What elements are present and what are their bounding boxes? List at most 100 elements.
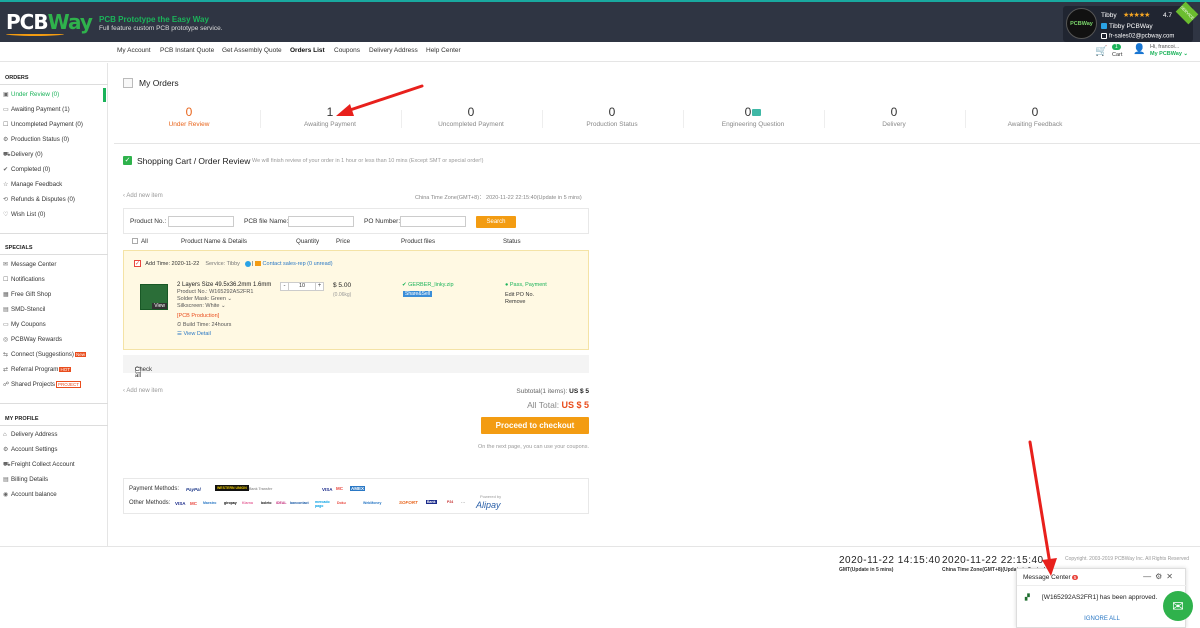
nav-delivery-address[interactable]: Delivery Address [369, 47, 418, 54]
message-text[interactable]: [W165292AS2FR1] has been approved. [1042, 594, 1157, 601]
quantity-stepper[interactable]: - 10 + [280, 282, 324, 291]
pcbway-logo[interactable]: PCBWay [6, 10, 93, 36]
share-icon: ☍ [3, 382, 10, 388]
sidebar-item-under-review[interactable]: ▣ Under Review (0) [3, 91, 59, 98]
visa-logo: VISA [175, 501, 186, 506]
heart-icon: ♡ [3, 212, 9, 218]
my-pcbway-menu[interactable]: My PCBWay ⌄ [1150, 51, 1188, 57]
maestro-logo: Maestro [203, 501, 217, 505]
western-union-logo: WESTERN UNION [215, 485, 249, 491]
nav-orders-list[interactable]: Orders List [290, 47, 325, 54]
stat-engineering-question[interactable]: 0 Engineering Question [682, 105, 824, 128]
cart-button[interactable]: 🛒 1 Cart [1095, 44, 1131, 60]
col-quantity: Quantity [296, 238, 320, 245]
balance-icon: ◉ [3, 492, 9, 498]
footer-divider [0, 546, 1200, 547]
nav-my-account[interactable]: My Account [117, 47, 151, 54]
add-new-item-link[interactable]: ‹ Add new item [123, 193, 163, 199]
sidebar-item-refunds[interactable]: ⟲ Refunds & Disputes (0) [3, 196, 75, 203]
qty-plus-button[interactable]: + [315, 283, 323, 290]
sidebar-item-uncompleted-payment[interactable]: ☐ Uncompleted Payment (0) [3, 121, 83, 128]
proceed-to-checkout-button[interactable]: Proceed to checkout [481, 417, 589, 434]
sales-rep-avatar: PCBWay [1066, 8, 1097, 39]
select-all-checkbox[interactable] [132, 238, 138, 245]
sidebar-item-my-coupons[interactable]: ▭ My Coupons [3, 321, 46, 328]
logo-swoosh [6, 32, 64, 36]
po-number-input[interactable] [400, 216, 466, 227]
sidebar-item-account-balance[interactable]: ◉ Account balance [3, 491, 57, 498]
sidebar-heading-profile: MY PROFILE [5, 416, 39, 422]
pcb-file-input[interactable] [288, 216, 354, 227]
sidebar-item-completed[interactable]: ✔ Completed (0) [3, 166, 50, 173]
message-center-popup: Message Center 5 —⚙✕ ▞ [W165292AS2FR1] ha… [1016, 568, 1187, 628]
nav-get-assembly-quote[interactable]: Get Assembly Quote [222, 47, 282, 54]
ignore-all-button[interactable]: IGNORE ALL [1017, 616, 1187, 622]
nav-coupons[interactable]: Coupons [334, 47, 360, 54]
sidebar-item-freight-collect[interactable]: ⛟Freight Collect Account [3, 461, 75, 469]
view-thumb-label: View [152, 303, 167, 309]
view-detail-link[interactable]: ☰ View Detail [177, 331, 211, 337]
add-new-item-link[interactable]: ‹ Add new item [123, 388, 163, 394]
bank-logo: Bank [426, 500, 437, 504]
copyright: Copyright. 2003-2019 PCBWay Inc. All Rig… [1065, 556, 1190, 562]
sidebar-item-connect[interactable]: ⇆ Connect (Suggestions) New [3, 351, 86, 358]
stat-awaiting-feedback[interactable]: 0 Awaiting Feedback [964, 105, 1106, 128]
sidebar-item-awaiting-payment[interactable]: ▭ Awaiting Payment (1) [3, 106, 70, 113]
stat-uncompleted-payment[interactable]: 0 Uncompleted Payment [400, 105, 542, 128]
bancontact-logo: bancontact [290, 501, 309, 505]
sidebar-item-smd-stencil[interactable]: ▤ SMD-Stencil [3, 306, 45, 313]
sidebar-item-delivery[interactable]: ⛟Delivery (0) [3, 151, 43, 159]
cart-icon: 🛒 [1095, 46, 1108, 57]
sales-rep-skype[interactable]: Tibby PCBWay [1101, 23, 1153, 30]
nav-help-center[interactable]: Help Center [426, 47, 461, 54]
chat-button[interactable]: ✉ [1163, 591, 1193, 621]
gerber-file-link[interactable]: ✔ GERBER_linky.zip [402, 282, 454, 288]
qty-minus-button[interactable]: - [281, 283, 289, 290]
pcb-thumbnail[interactable]: View [140, 284, 168, 310]
sidebar-item-shared-projects[interactable]: ☍ Shared Projects PROJECT [3, 381, 82, 388]
contact-sales-rep-link[interactable]: Contact sales-rep (0 unread) [263, 261, 333, 267]
edit-po-link[interactable]: Edit PO No. [505, 292, 534, 298]
notification-icon: ☐ [3, 277, 9, 283]
stat-delivery[interactable]: 0 Delivery [823, 105, 965, 128]
stat-awaiting-payment[interactable]: 1 Awaiting Payment [259, 105, 401, 128]
other-methods-label: Other Methods: [129, 500, 171, 506]
sidebar-item-delivery-address[interactable]: ⌂ Delivery Address [3, 431, 57, 438]
share-sell-button[interactable]: Share&Sell [403, 291, 433, 297]
sidebar-item-wish-list[interactable]: ♡ Wish List (0) [3, 211, 45, 218]
cart-item: ✓ Add Time: 2020-11-22 Service: Tibby | … [123, 250, 589, 350]
check-all-label: Check all [135, 367, 153, 379]
stat-under-review[interactable]: 0 Under Review [118, 105, 260, 128]
project-badge: PROJECT [56, 381, 82, 388]
sidebar-item-referral-program[interactable]: ⇄ Referral Program HOT [3, 366, 71, 373]
message-count-badge: 5 [1071, 575, 1079, 580]
nav-pcb-instant-quote[interactable]: PCB Instant Quote [160, 47, 214, 54]
mastercard-logo: MC [336, 486, 343, 491]
minimize-icon[interactable]: — [1143, 572, 1155, 581]
close-icon[interactable]: ✕ [1166, 572, 1177, 581]
sidebar-item-billing-details[interactable]: ▤ Billing Details [3, 476, 48, 483]
sales-rep-email[interactable]: fr-sales02@pcbway.com [1101, 33, 1174, 40]
skype-icon[interactable] [244, 260, 251, 267]
settings-icon[interactable]: ⚙ [1155, 572, 1166, 581]
sidebar-item-production-status[interactable]: ⚙ Production Status (0) [3, 136, 69, 143]
product-no-input[interactable] [168, 216, 234, 227]
sidebar-item-free-gift-shop[interactable]: ▦ Free Gift Shop [3, 291, 51, 298]
subtotal: Subtotal(1 items): US $ 5 [516, 388, 589, 395]
greeting: Hi, francoi... [1150, 44, 1180, 50]
stat-production-status[interactable]: 0 Production Status [541, 105, 683, 128]
item-checkbox[interactable]: ✓ [134, 260, 141, 267]
paypal-logo: PayPal [186, 487, 201, 492]
qty-value[interactable]: 10 [289, 283, 315, 290]
sidebar-divider [0, 84, 108, 85]
sidebar-item-message-center[interactable]: ✉ Message Center [3, 261, 56, 268]
sidebar-item-manage-feedback[interactable]: ☆ Manage Feedback [3, 181, 62, 188]
sales-rep-name: Tibby [1101, 12, 1117, 19]
remove-link[interactable]: Remove [505, 299, 525, 305]
sidebar-item-notifications[interactable]: ☐ Notifications [3, 276, 45, 283]
sidebar-item-account-settings[interactable]: ⚙ Account Settings [3, 446, 57, 453]
sidebar-item-pcbway-rewards[interactable]: ◎ PCBWay Rewards [3, 336, 62, 343]
search-button[interactable]: Search [476, 216, 516, 228]
message-center-title: Message Center 5 [1023, 574, 1079, 581]
cart-table-header: All Product Name & Details Quantity Pric… [123, 236, 589, 248]
